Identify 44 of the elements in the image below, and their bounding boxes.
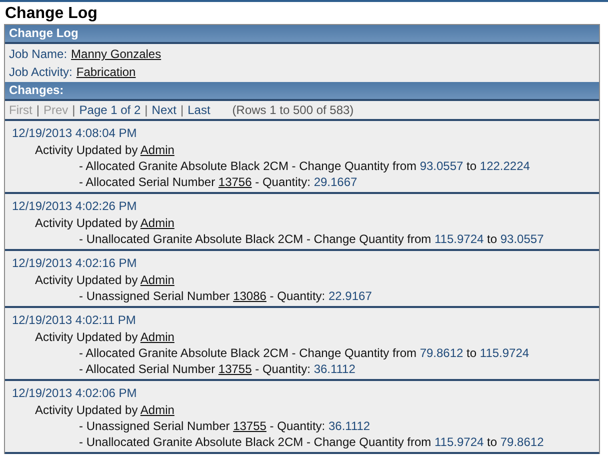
pager-link[interactable]: Page 1 of 2 [79,101,141,119]
change-text: - Unallocated Granite Absolute Black 2CM - Change Quantity from 115.9724 to 79.8612 [78,434,545,450]
link[interactable]: Admin [140,216,174,230]
separator: | [36,102,40,119]
change-text: - Unassigned Serial Number 13086 - Quantity: 22.9167 [78,288,373,304]
change-text: - Allocated Serial Number 13755 - Quantity: 36.1112 [78,361,356,377]
timestamp: 12/19/2013 4:08:04 PM [12,125,138,142]
change-text: - Allocated Serial Number 13756 - Quantity: 29.1667 [78,174,358,190]
change-text: - Allocated Granite Absolute Black 2CM - Change Quantity from 79.8612 to 115.9724 [78,345,530,361]
field-value-link[interactable]: Fabrication [76,65,136,79]
separator: | [180,102,184,119]
separator: | [72,102,76,119]
timestamp: 12/19/2013 4:02:26 PM [12,198,138,215]
page-title: Change Log [5,4,98,23]
separator: | [144,102,148,119]
change-text: Activity Updated by Admin [34,329,176,345]
field-label: Job Activity: [9,65,72,79]
change-text: - Unassigned Serial Number 13755 - Quantity: 36.1112 [78,418,372,434]
section-header: Change Log [5,25,599,44]
pager-link[interactable]: Last [188,101,210,119]
link[interactable]: 13756 [218,175,252,189]
pager-link: First [9,102,32,119]
pager-link[interactable]: Next [152,101,176,119]
link[interactable]: 13755 [233,419,266,433]
link[interactable]: Admin [140,143,174,157]
change-text: - Unallocated Granite Absolute Black 2CM - Change Quantity from 115.9724 to 93.0557 [78,231,545,247]
link[interactable]: 13755 [218,362,252,376]
field-value-link[interactable]: Manny Gonzales [71,47,162,61]
link[interactable]: Admin [140,403,174,417]
change-text: Activity Updated by Admin [34,215,176,231]
change-text: - Allocated Granite Absolute Black 2CM - Change Quantity from 93.0557 to 122.2224 [78,158,531,174]
field-label: Job Name: [9,47,68,61]
change-text: Activity Updated by Admin [34,142,176,158]
change-text: Activity Updated by Admin [34,402,176,418]
change-text: Activity Updated by Admin [34,272,176,288]
timestamp: 12/19/2013 4:02:11 PM [12,312,137,329]
timestamp: 12/19/2013 4:02:16 PM [12,255,138,272]
link[interactable]: Admin [140,273,174,287]
rows-info: (Rows 1 to 500 of 583) [232,102,354,119]
link[interactable]: 13086 [233,289,266,303]
section-header: Changes: [5,82,599,101]
timestamp: 12/19/2013 4:02:06 PM [12,385,138,402]
pager-link: Prev [43,102,68,119]
link[interactable]: Admin [140,330,174,344]
